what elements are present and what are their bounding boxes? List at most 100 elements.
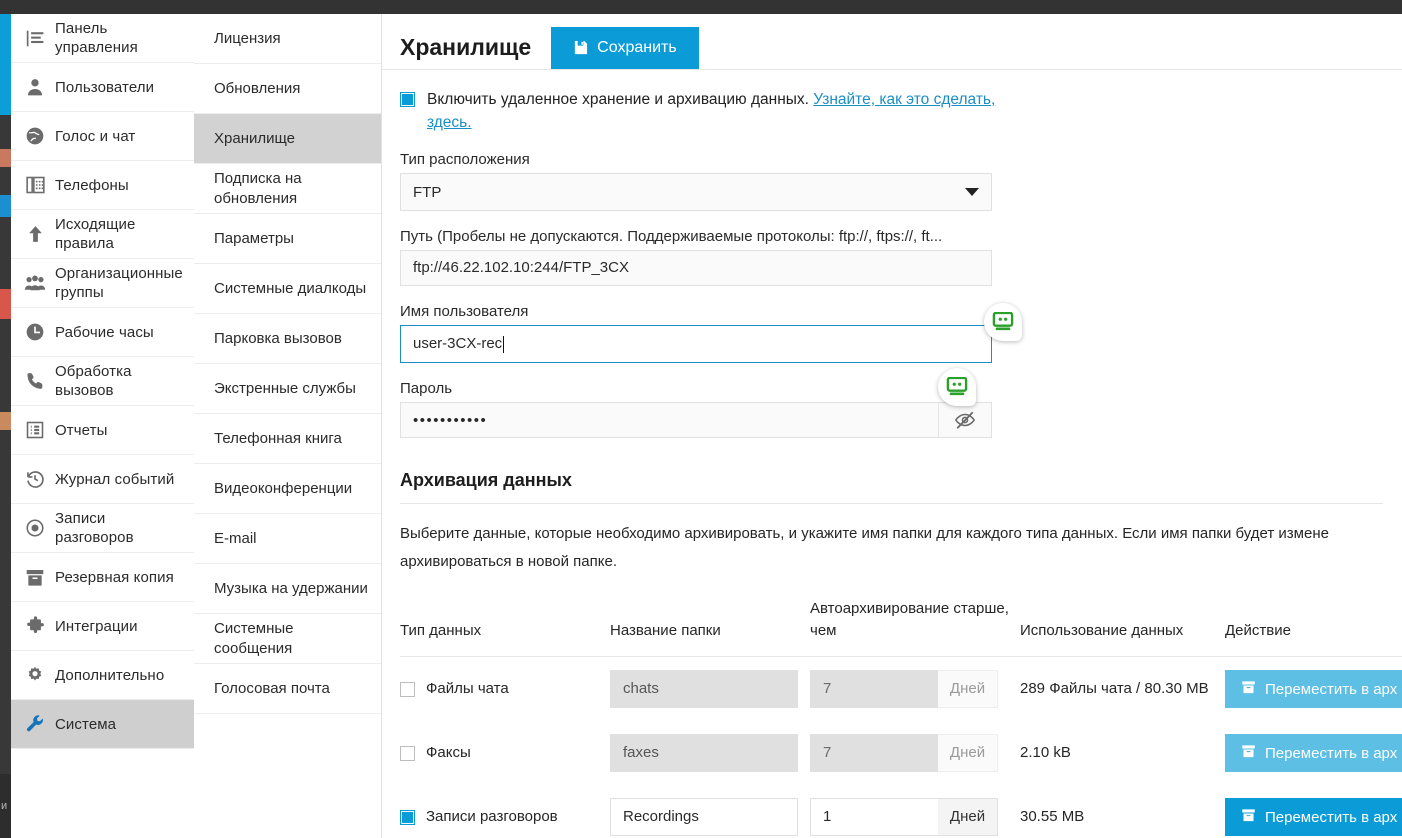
submenu-item-4[interactable]: Подписка на обновления — [194, 164, 381, 214]
auto-archive-days-unit: Дней — [938, 734, 998, 772]
sidebar-item-13[interactable]: Интеграции — [11, 602, 194, 651]
folder-name-input[interactable]: chats — [610, 670, 798, 708]
deskphone-icon — [21, 173, 49, 197]
arrow-up-icon — [21, 222, 49, 246]
table-row: Файлы чата chats 7 Дней 289 Файлы чата / 80.… — [400, 657, 1402, 722]
cell-folder: chats — [610, 657, 810, 722]
auto-archive-days-value: 1 — [823, 808, 832, 825]
window-top-bar — [0, 0, 1402, 14]
rail-marker-2 — [0, 195, 11, 217]
submenu-item-12[interactable]: Музыка на удержании — [194, 564, 381, 614]
main-content: Хранилище Сохранить Включить удаленное х… — [381, 14, 1402, 838]
puzzle-icon — [21, 614, 49, 638]
cell-action: Переместить в арх — [1225, 721, 1402, 785]
page-header: Хранилище Сохранить — [381, 14, 1402, 70]
row-checkbox[interactable] — [400, 745, 415, 761]
submenu-item-2[interactable]: Обновления — [194, 64, 381, 114]
save-disk-icon — [573, 40, 588, 55]
rail-edge-char: и — [1, 800, 8, 812]
sidebar-item-2[interactable]: Пользователи — [11, 63, 194, 112]
submenu-item-14[interactable]: Голосовая почта — [194, 664, 381, 714]
submenu-item-9[interactable]: Телефонная книга — [194, 414, 381, 464]
submenu-filler — [194, 714, 381, 838]
auto-archive-days-input[interactable]: 1 — [810, 798, 938, 836]
cell-usage: 2.10 kB — [1020, 744, 1071, 761]
username-input[interactable]: user-3CX-rec — [400, 325, 992, 363]
bot-badge-icon-password[interactable] — [938, 368, 976, 406]
sidebar-item-7[interactable]: Рабочие часы — [11, 308, 194, 357]
username-value: user-3CX-rec — [413, 335, 503, 352]
page-title: Хранилище — [400, 34, 532, 60]
auto-archive-days-input[interactable]: 7 — [810, 734, 938, 772]
sidebar-item-label: Голос и чат — [55, 127, 136, 145]
move-to-archive-button[interactable]: Переместить в арх — [1225, 670, 1402, 708]
password-input[interactable]: ••••••••••• — [400, 402, 992, 438]
submenu-item-5[interactable]: Параметры — [194, 214, 381, 264]
location-type-select[interactable]: FTP — [400, 173, 992, 211]
row-checkbox[interactable] — [400, 681, 415, 697]
sidebar-item-label: Панель управления — [55, 20, 138, 56]
column-header-type: Тип данных — [400, 598, 610, 657]
submenu-item-7[interactable]: Парковка вызовов — [194, 314, 381, 364]
archive-section-description: Выберите данные, которые необходимо архи… — [400, 525, 1329, 570]
folder-name-value: faxes — [623, 744, 659, 761]
sidebar-item-8[interactable]: Обработка вызовов — [11, 357, 194, 406]
sidebar-item-3[interactable]: Голос и чат — [11, 112, 194, 161]
sidebar-item-4[interactable]: Телефоны — [11, 161, 194, 210]
submenu-item-label: Параметры — [214, 229, 294, 247]
archive-table-header-row: Тип данных Название папки Автоархивирова… — [400, 598, 1402, 657]
cell-type: Факсы — [400, 721, 610, 785]
text-caret — [503, 335, 505, 353]
submenu-item-11[interactable]: E-mail — [194, 514, 381, 564]
password-field: Пароль ••••••••••• — [400, 368, 1383, 438]
move-to-archive-button[interactable]: Переместить в арх — [1225, 798, 1402, 836]
save-button[interactable]: Сохранить — [551, 26, 699, 69]
submenu-item-label: Обновления — [214, 79, 301, 97]
submenu-item-10[interactable]: Видеоконференции — [194, 464, 381, 514]
clock-icon — [21, 320, 49, 344]
sidebar-item-14[interactable]: Дополнительно — [11, 651, 194, 700]
bot-icon — [946, 377, 968, 396]
sidebar-item-15[interactable]: Система — [11, 700, 194, 749]
auto-archive-days-unit: Дней — [938, 798, 998, 836]
archive-box-icon — [21, 565, 49, 589]
row-checkbox[interactable] — [400, 809, 415, 825]
sidebar-item-11[interactable]: Записи разговоров — [11, 504, 194, 553]
app-window: и Панель управления Пользователи Голос и ч… — [0, 0, 1402, 838]
left-edge-rail: и — [0, 14, 11, 838]
sidebar-item-label: Рабочие часы — [55, 323, 154, 341]
sidebar-item-9[interactable]: Отчеты — [11, 406, 194, 455]
archive-section-title: Архивация данных — [400, 470, 1383, 504]
sidebar-item-6[interactable]: Организационные группы — [11, 259, 194, 308]
sidebar-item-label: Исходящие правила — [55, 216, 136, 252]
sidebar-item-5[interactable]: Исходящие правила — [11, 210, 194, 259]
path-input[interactable]: ftp://46.22.102.10:244/FTP_3CX — [400, 250, 992, 286]
submenu-item-label: Лицензия — [214, 29, 281, 47]
username-label: Имя пользователя — [400, 303, 529, 320]
enable-remote-storage-checkbox[interactable] — [400, 92, 415, 107]
sidebar-item-12[interactable]: Резервная копия — [11, 553, 194, 602]
submenu-item-6[interactable]: Системные диалкоды — [194, 264, 381, 314]
submenu-item-1[interactable]: Лицензия — [194, 14, 381, 64]
location-type-field: Тип расположения FTP — [400, 151, 1383, 211]
sidebar-item-label: Обработка вызовов — [55, 363, 132, 399]
column-header-action: Действие — [1225, 598, 1402, 657]
sidebar-item-1[interactable]: Панель управления — [11, 14, 194, 63]
sidebar-item-label: Система — [55, 715, 117, 733]
move-to-archive-label: Переместить в арх — [1265, 744, 1398, 762]
submenu-item-13[interactable]: Системные сообщения — [194, 614, 381, 664]
submenu-item-label: Хранилище — [214, 129, 295, 147]
storage-form: Включить удаленное хранение и архивацию … — [381, 70, 1402, 838]
submenu-item-3[interactable]: Хранилище — [194, 114, 381, 164]
bot-badge-icon-username[interactable] — [984, 303, 1022, 341]
folder-name-input[interactable]: faxes — [610, 734, 798, 772]
record-icon — [21, 516, 49, 540]
cell-usage: 289 Файлы чата / 80.30 MB — [1020, 680, 1209, 697]
move-to-archive-button[interactable]: Переместить в арх — [1225, 734, 1402, 772]
folder-name-input[interactable]: Recordings — [610, 798, 798, 836]
submenu-item-8[interactable]: Экстренные службы — [194, 364, 381, 414]
sidebar-item-10[interactable]: Журнал событий — [11, 455, 194, 504]
submenu-item-label: Системные сообщения — [214, 619, 294, 657]
auto-archive-days-input[interactable]: 7 — [810, 670, 938, 708]
eye-off-icon[interactable] — [938, 403, 991, 437]
